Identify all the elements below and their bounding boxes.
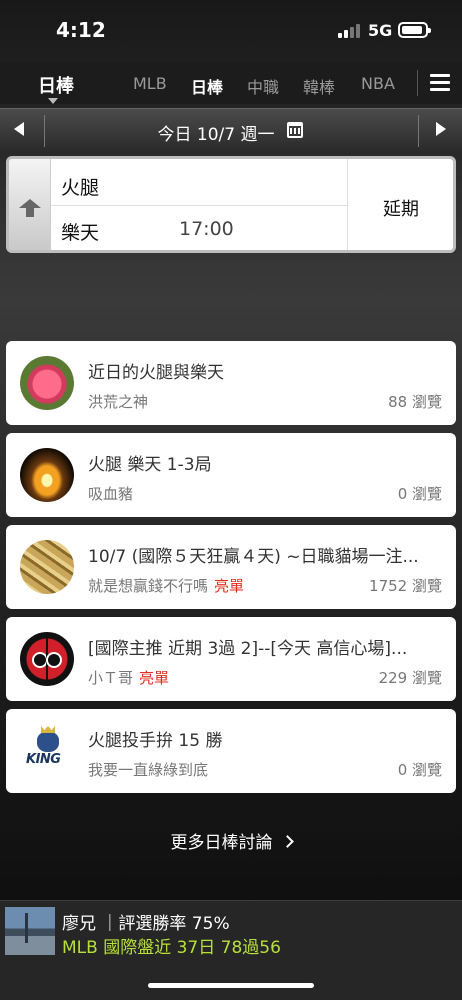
calendar-icon[interactable] — [287, 122, 303, 138]
network-label: 5G — [368, 21, 393, 40]
avatar — [20, 448, 74, 502]
sport-tab-bar: 日棒 MLB 日棒 中職 韓棒 NBA — [0, 62, 462, 104]
post-author: 小Ｔ哥 — [88, 669, 134, 687]
post-author-row: 小Ｔ哥 亮單 — [88, 667, 169, 688]
tab-nba[interactable]: NBA — [361, 74, 395, 93]
status-bar: 4:12 5G — [0, 0, 462, 60]
next-day-icon[interactable] — [436, 122, 446, 136]
arrow-up-icon — [19, 199, 41, 217]
more-discussions-label: 更多日棒討論 — [170, 833, 273, 853]
home-team-name: 樂天 — [61, 222, 100, 244]
post-author: 洪荒之神 — [88, 393, 149, 411]
post-author-row: 就是想贏錢不行嗎 亮單 — [88, 575, 244, 596]
post-title: 火腿 樂天 1-3局 — [88, 455, 212, 475]
post-item[interactable]: KING 火腿投手拚 15 勝 我要一直綠綠到底 0 瀏覽 — [6, 709, 456, 793]
post-views: 0 瀏覽 — [397, 485, 442, 503]
post-author: 就是想贏錢不行嗎 — [88, 577, 209, 595]
tab-divider — [417, 70, 418, 96]
hamburger-menu-icon[interactable] — [430, 72, 452, 94]
king-logo-text: KING — [26, 752, 61, 767]
post-title: 火腿投手拚 15 勝 — [88, 731, 223, 751]
result-badge: 亮單 — [139, 669, 170, 687]
king-logo-icon — [37, 732, 59, 752]
battery-icon — [398, 22, 431, 38]
date-bar: 今日 10/7 週一 — [0, 108, 462, 152]
promo-thumbnail — [5, 907, 55, 955]
home-indicator[interactable] — [148, 983, 314, 988]
post-item[interactable]: [國際主推 近期 3過 2]--[今天 高信心場]... 小Ｔ哥 亮單 229 瀏… — [6, 617, 456, 701]
tab-cpbl[interactable]: 中職 — [247, 74, 279, 98]
promo-record: MLB 國際盤近 37日 78過56 — [62, 938, 281, 958]
sport-selector[interactable]: 日棒 — [38, 72, 74, 98]
divider — [51, 205, 347, 206]
status-time: 4:12 — [56, 18, 106, 42]
divider — [418, 115, 419, 147]
away-team-name: 火腿 — [61, 177, 100, 199]
post-title: 10/7 (國際５天狂贏４天) ~日職貓場一注... — [88, 547, 419, 567]
game-card[interactable]: 火腿 樂天 17:00 延期 — [6, 156, 456, 253]
caret-down-icon — [48, 98, 58, 104]
tab-npb[interactable]: 日棒 — [191, 74, 223, 98]
game-status-column: 延期 — [347, 159, 453, 250]
post-item[interactable]: 火腿 樂天 1-3局 吸血豬 0 瀏覽 — [6, 433, 456, 517]
post-views: 229 瀏覽 — [378, 669, 442, 687]
post-author: 吸血豬 — [88, 485, 134, 503]
game-time: 17:00 — [179, 218, 234, 240]
post-title: 近日的火腿與樂天 — [88, 363, 224, 383]
tab-kbo[interactable]: 韓棒 — [303, 74, 335, 98]
scroll-top-button[interactable] — [9, 159, 51, 250]
signal-icon — [338, 24, 364, 38]
avatar — [20, 356, 74, 410]
post-item[interactable]: 近日的火腿與樂天 洪荒之神 88 瀏覽 — [6, 341, 456, 425]
post-author: 我要一直綠綠到底 — [88, 761, 209, 779]
game-status: 延期 — [383, 199, 419, 220]
tab-mlb[interactable]: MLB — [133, 74, 167, 93]
avatar — [20, 540, 74, 594]
more-discussions-link[interactable]: 更多日棒討論 — [0, 828, 462, 853]
post-title: [國際主推 近期 3過 2]--[今天 高信心場]... — [88, 639, 408, 659]
result-badge: 亮單 — [214, 577, 245, 595]
chevron-right-icon — [280, 835, 294, 848]
avatar: KING — [20, 724, 74, 778]
avatar — [20, 632, 74, 686]
promo-title: 廖兄 ｜評選勝率 75% — [62, 914, 230, 934]
post-views: 1752 瀏覽 — [369, 577, 442, 595]
post-views: 88 瀏覽 — [388, 393, 442, 411]
post-views: 0 瀏覽 — [397, 761, 442, 779]
date-label[interactable]: 今日 10/7 週一 — [0, 120, 462, 145]
post-item[interactable]: 10/7 (國際５天狂贏４天) ~日職貓場一注... 就是想贏錢不行嗎 亮單 17… — [6, 525, 456, 609]
